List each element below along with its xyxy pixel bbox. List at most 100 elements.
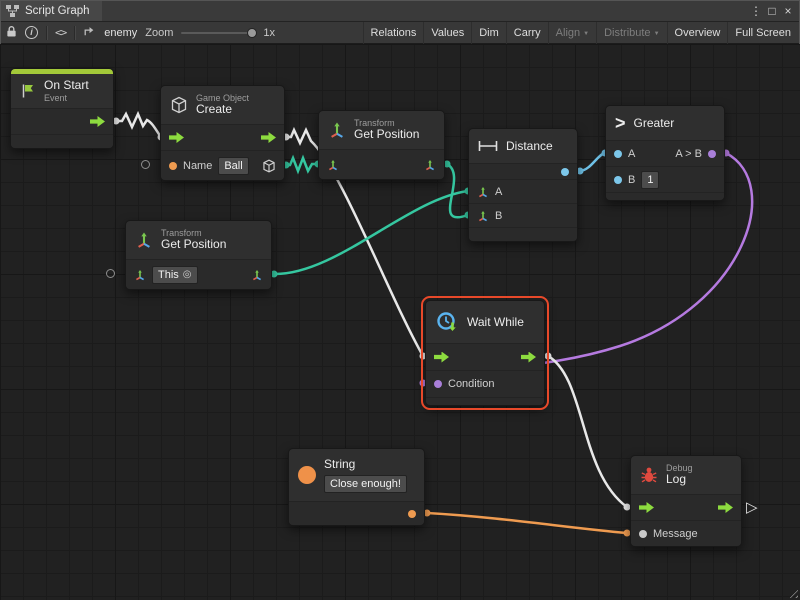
cube-icon [170,96,188,114]
graph-canvas[interactable]: On Start Event Game Object Create [0,44,800,600]
node-get-position-top[interactable]: Transform Get Position [318,110,445,180]
node-footer [606,192,724,200]
distribute-button: Distribute▼ [596,22,666,44]
flag-icon [20,83,36,99]
control-input-port[interactable] [434,352,449,363]
wait-while-icon [435,310,459,334]
relations-button[interactable]: Relations [363,22,424,44]
toolbar-left: i <> enemy Zoom 1x [2,22,279,43]
port-row: This ◎ [126,259,271,289]
port-row: B 1 [606,166,724,192]
node-title: Log [666,473,693,487]
wire-control-waitwhile-to-log[interactable] [548,356,627,507]
wire-control-onstart-to-create[interactable] [116,114,161,137]
result-output-port[interactable] [708,150,716,158]
node-wait-while[interactable]: Wait While Condition [425,300,545,406]
wire-gameobject-create-to-getposition[interactable] [286,158,318,171]
wire-string-to-log-message[interactable] [427,513,627,533]
node-debug-log[interactable]: Debug Log Message [630,455,742,547]
port-row [426,343,544,370]
window-menu-icon[interactable]: ⋮ [748,0,764,22]
graph-toolbar: i <> enemy Zoom 1x Relations Values Dim … [0,22,800,44]
port-row: A A > B [606,140,724,166]
node-create-gameobject[interactable]: Game Object Create Name Ball [160,85,285,181]
object-picker-icon[interactable]: ◎ [183,267,192,283]
carry-button[interactable]: Carry [506,22,548,44]
node-footer [11,134,113,148]
toolbar-separator [46,26,47,40]
node-on-start-event[interactable]: On Start Event [10,68,114,149]
condition-input-port[interactable] [434,380,442,388]
b-input-port[interactable] [614,176,622,184]
gameobject-output-port[interactable] [262,159,276,173]
b-value-field[interactable]: 1 [641,171,659,189]
chevron-down-icon: ▼ [654,31,660,37]
go-to-parent-icon[interactable] [83,25,96,40]
name-input-port[interactable] [169,162,177,170]
code-view-icon[interactable]: <> [55,26,66,39]
window-tab[interactable]: Script Graph [0,0,102,21]
wire-vector-getposition2-to-distance-a[interactable] [274,191,468,274]
port-row: Condition [426,370,544,397]
flow-indicator-icon: ▷ [746,498,758,516]
string-output-port[interactable] [408,510,416,518]
node-get-position-bottom[interactable]: Transform Get Position This ◎ [125,220,272,290]
port-label: Message [653,528,698,540]
string-value-field[interactable]: Close enough! [324,475,407,493]
node-footer [426,397,544,405]
dim-button[interactable]: Dim [471,22,506,44]
node-title: Greater [634,116,675,130]
control-output-port[interactable] [261,132,276,143]
port-label: A [628,148,635,160]
value-indicator-circle[interactable] [106,269,115,278]
port-row [161,124,284,150]
node-title: String [324,457,407,471]
transform-input-port[interactable] [327,159,339,171]
a-input-port[interactable] [614,150,622,158]
control-output-port[interactable] [718,502,733,513]
wire-number-distance-to-greater[interactable] [580,153,605,171]
target-value-field[interactable]: This ◎ [152,266,198,284]
control-input-port[interactable] [169,132,184,143]
result-output-port[interactable] [561,168,569,176]
close-icon[interactable]: × [780,0,796,22]
port-label: Condition [448,378,494,390]
graph-breadcrumb[interactable]: enemy [104,27,137,39]
node-greater[interactable]: > Greater A A > B B 1 [605,105,725,201]
transform-icon [135,231,153,249]
greater-icon: > [615,113,626,134]
values-button[interactable]: Values [423,22,471,44]
distance-icon [478,140,498,152]
message-input-port[interactable] [639,530,647,538]
window-controls: ⋮ □ × [748,0,800,22]
control-output-port[interactable] [90,116,105,127]
a-input-port[interactable] [477,186,489,198]
control-input-port[interactable] [639,502,654,513]
port-row: Name Ball [161,150,284,180]
script-graph-icon [6,5,19,17]
position-output-port[interactable] [251,269,263,281]
info-icon[interactable]: i [25,26,38,39]
overview-button[interactable]: Overview [667,22,728,44]
name-value-field[interactable]: Ball [218,157,248,175]
port-row [11,108,113,134]
node-title: Get Position [161,238,226,252]
node-title: Distance [506,139,553,153]
position-output-port[interactable] [424,159,436,171]
value-indicator-circle[interactable] [141,160,150,169]
fullscreen-button[interactable]: Full Screen [727,22,798,44]
toolbar-buttons: Relations Values Dim Carry Align▼ Distri… [363,22,798,43]
lock-icon[interactable] [6,25,17,41]
node-distance[interactable]: Distance A B [468,128,578,242]
node-string-literal[interactable]: String Close enough! [288,448,425,526]
toolbar-separator [74,26,75,40]
zoom-slider-knob[interactable] [247,28,257,38]
zoom-label: Zoom [145,27,173,39]
port-label: A > B [675,148,702,160]
b-input-port[interactable] [477,210,489,222]
transform-input-port[interactable] [134,269,146,281]
control-output-port[interactable] [521,352,536,363]
bug-icon [640,466,658,484]
zoom-slider[interactable] [181,27,255,39]
maximize-icon[interactable]: □ [764,0,780,22]
